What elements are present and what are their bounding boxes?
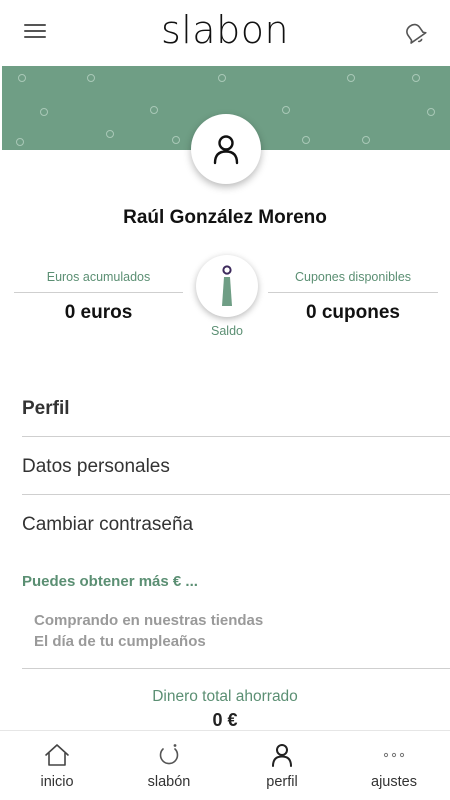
slabon-ring-icon bbox=[159, 744, 179, 765]
coupons-label: Cupones disponibles bbox=[294, 270, 412, 284]
nav-label: ajustes bbox=[371, 774, 417, 790]
user-icon bbox=[213, 135, 239, 165]
app-logo: slabon bbox=[160, 8, 290, 52]
coupons-value: 0 cupones bbox=[306, 302, 400, 323]
nav-label: inicio bbox=[40, 774, 74, 790]
bell-icon[interactable] bbox=[402, 20, 428, 46]
promo-item: El día de tu cumpleaños bbox=[34, 633, 206, 650]
app-header: slabon bbox=[0, 0, 450, 66]
nav-item-perfil[interactable]: perfil bbox=[226, 731, 338, 800]
promo-item: Comprando en nuestras tiendas bbox=[34, 612, 264, 629]
divider bbox=[268, 292, 438, 293]
menu-item-cambiar-contrasena[interactable]: Cambiar contraseña bbox=[22, 514, 193, 536]
user-icon bbox=[272, 744, 292, 767]
total-saved-label: Dinero total ahorrado bbox=[152, 688, 298, 705]
nav-label: perfil bbox=[266, 774, 298, 790]
saldo-label: Saldo bbox=[211, 324, 243, 338]
promo-title: Puedes obtener más € ... bbox=[22, 573, 198, 590]
home-icon bbox=[45, 744, 69, 766]
nav-item-ajustes[interactable]: ajustes bbox=[338, 731, 450, 800]
divider bbox=[22, 494, 450, 495]
saldo-button[interactable] bbox=[196, 255, 258, 317]
euros-value: 0 euros bbox=[64, 302, 133, 323]
nav-label: slabón bbox=[147, 774, 191, 790]
nav-item-inicio[interactable]: inicio bbox=[1, 731, 113, 800]
user-name: Raúl González Moreno bbox=[123, 207, 327, 228]
divider bbox=[14, 292, 183, 293]
bottom-nav: inicio slabón perfil ajustes bbox=[0, 730, 450, 800]
more-dots-icon bbox=[383, 752, 405, 758]
avatar[interactable] bbox=[191, 114, 261, 184]
total-saved-value: 0 € bbox=[212, 710, 238, 730]
euros-label: Euros acumulados bbox=[46, 270, 151, 284]
info-icon bbox=[222, 265, 232, 306]
divider bbox=[22, 436, 450, 437]
divider bbox=[22, 668, 450, 669]
nav-item-slabon[interactable]: slabón bbox=[113, 731, 225, 800]
section-title-perfil: Perfil bbox=[22, 398, 70, 419]
menu-item-datos-personales[interactable]: Datos personales bbox=[22, 456, 170, 478]
